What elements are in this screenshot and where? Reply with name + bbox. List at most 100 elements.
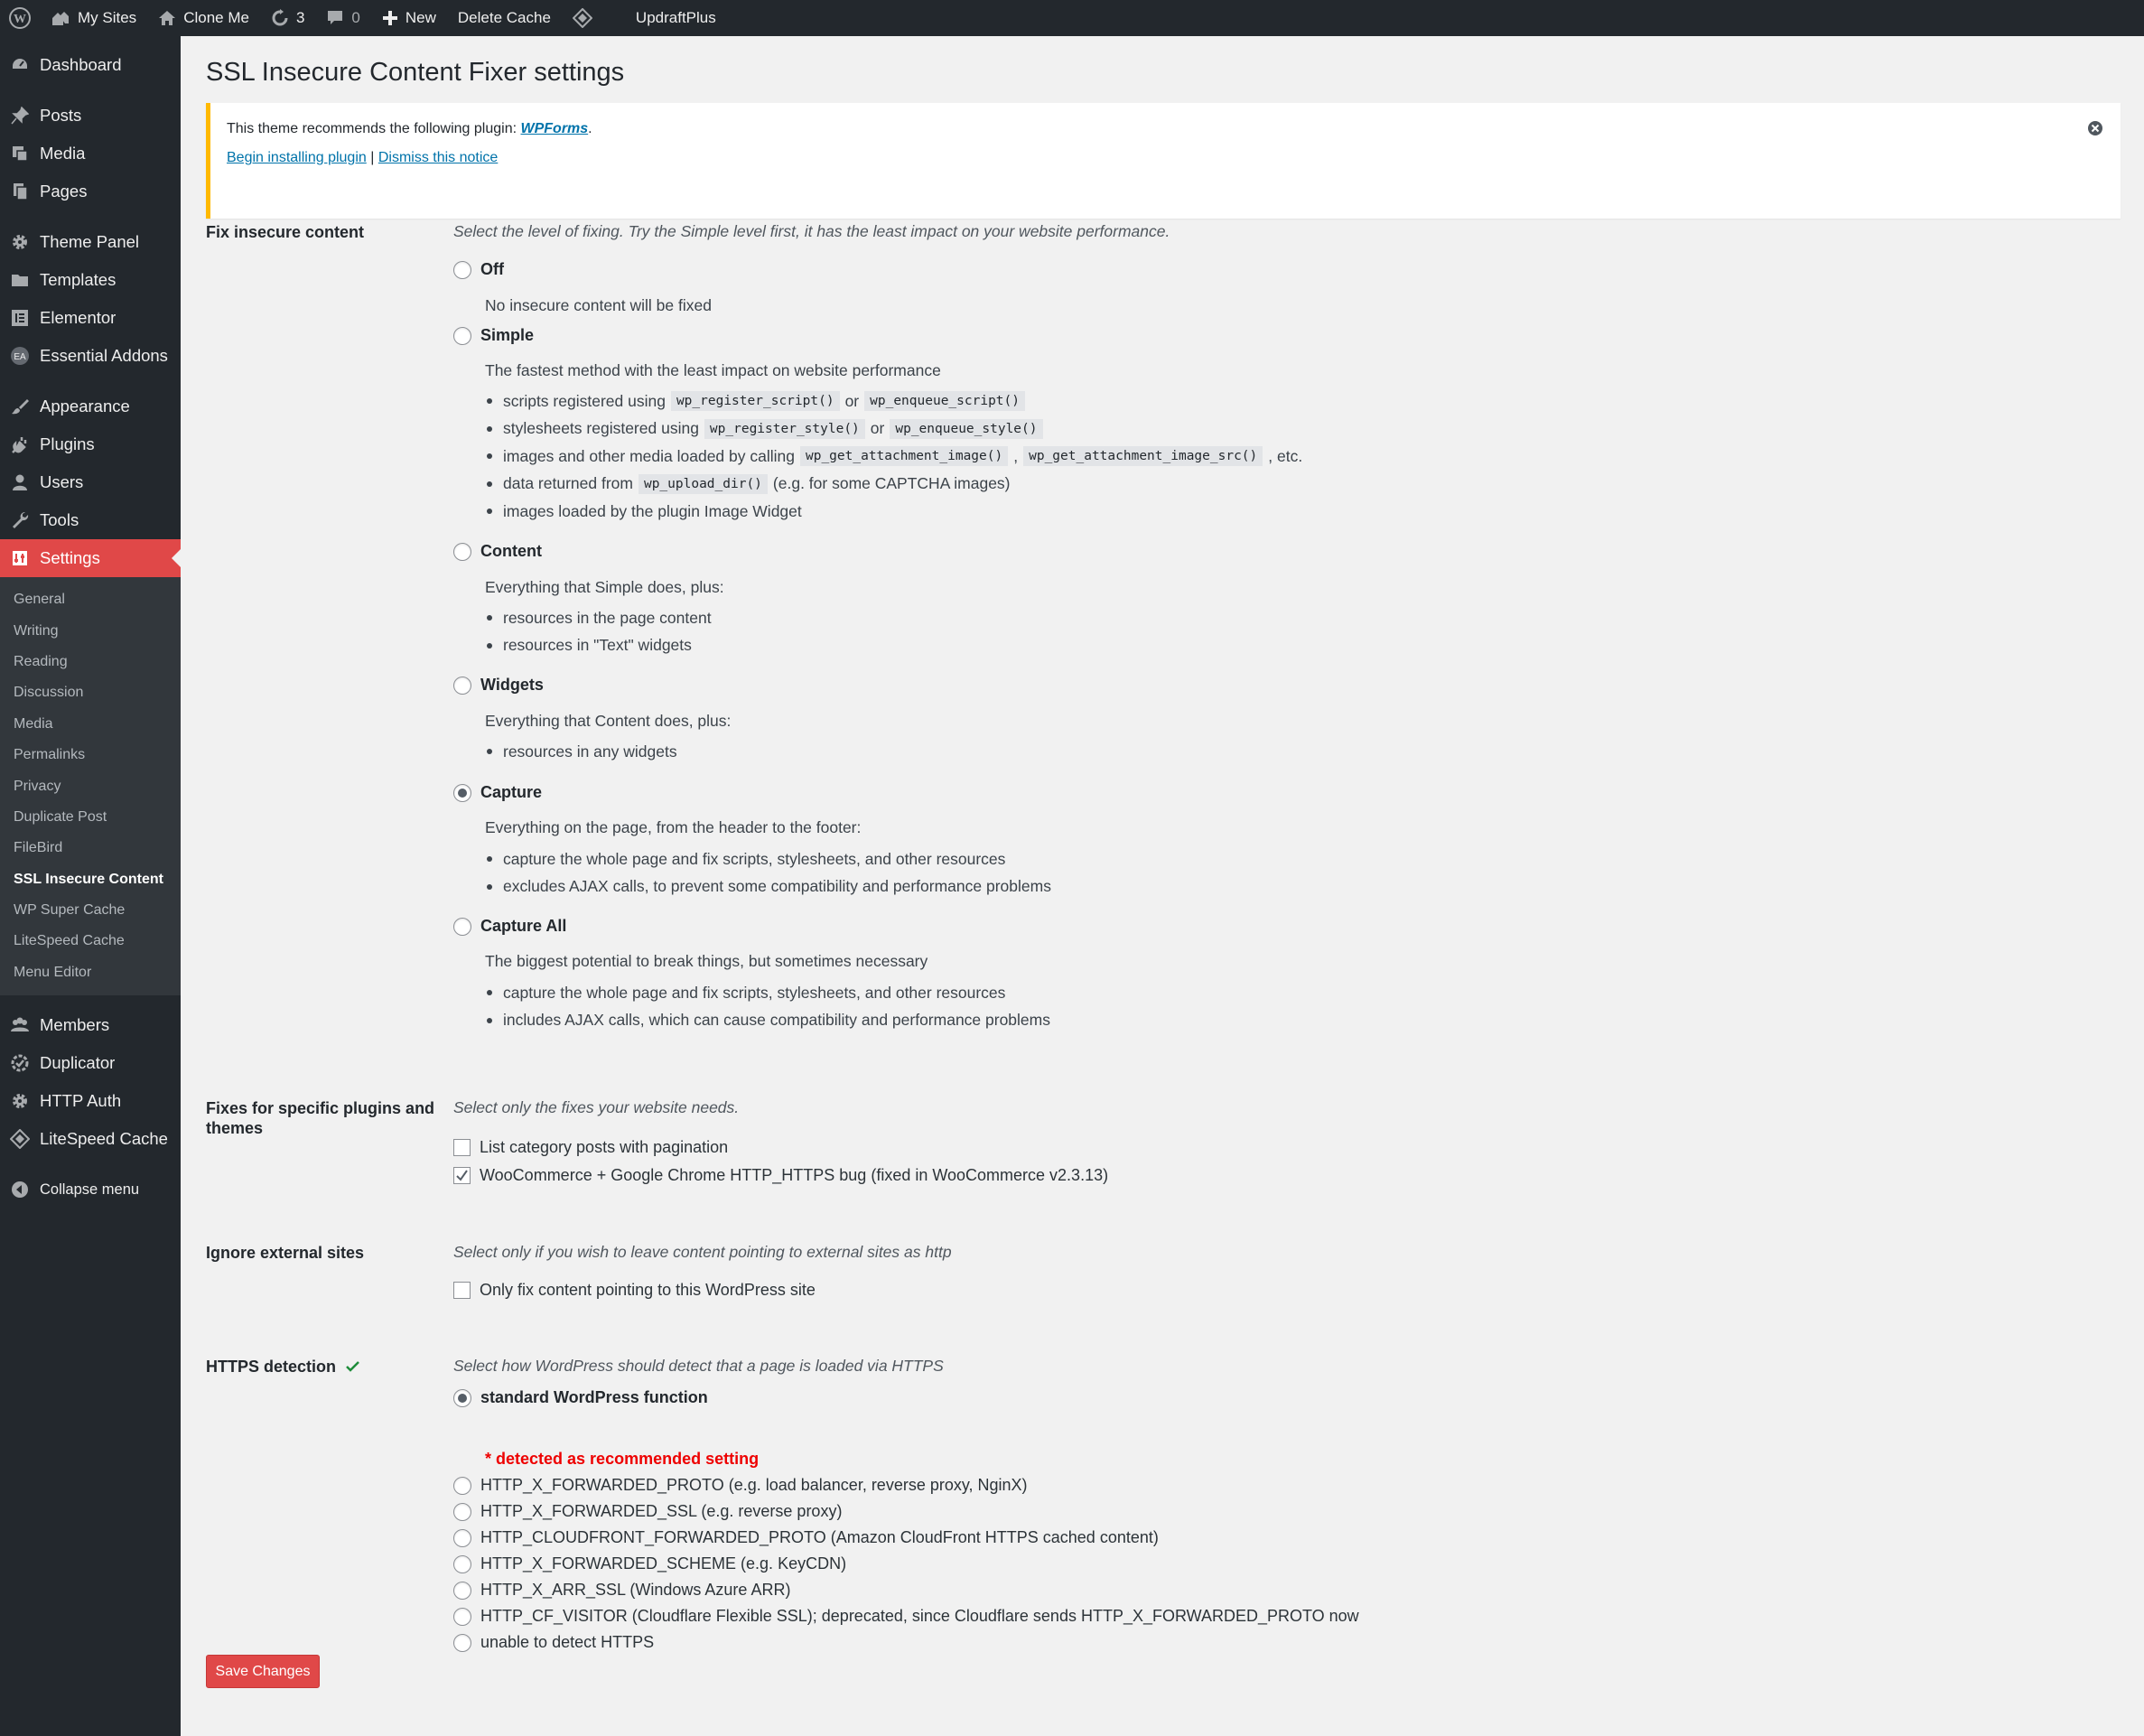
menu-plugins[interactable]: Plugins (0, 425, 181, 463)
save-changes-button[interactable]: Save Changes (206, 1655, 320, 1688)
submenu-filebird[interactable]: FileBird (0, 833, 181, 863)
menu-settings[interactable]: Settings (0, 539, 181, 577)
begin-install-link[interactable]: Begin installing plugin (227, 150, 367, 165)
menu-label: Dashboard (40, 55, 122, 74)
radio-https-option[interactable] (453, 1476, 471, 1495)
radio-capture-all[interactable] (453, 917, 471, 936)
litespeed-menu[interactable] (562, 0, 611, 36)
bullet-text: (e.g. for some CAPTCHA images) (772, 474, 1011, 493)
https-x-forwarded-proto-option[interactable]: HTTP_X_FORWARDED_PROTO (e.g. load balanc… (453, 1476, 1028, 1495)
code-snippet: wp_upload_dir() (638, 473, 768, 494)
gear-icon (9, 231, 31, 253)
submenu-reading[interactable]: Reading (0, 647, 181, 677)
only-fix-local-option[interactable]: Only fix content pointing to this WordPr… (453, 1281, 816, 1300)
submenu-ssl-insecure-content[interactable]: SSL Insecure Content (0, 864, 181, 895)
option-label: Capture All (480, 917, 567, 935)
radio-simple[interactable] (453, 326, 471, 345)
radio-content[interactable] (453, 542, 471, 561)
fix-level-off-option[interactable]: Off (453, 260, 504, 279)
radio-https-option[interactable] (453, 1554, 471, 1573)
menu-litespeed-cache[interactable]: LiteSpeed Cache (0, 1120, 181, 1158)
delete-cache-button[interactable]: Delete Cache (447, 0, 562, 36)
https-unable-option[interactable]: unable to detect HTTPS (453, 1633, 654, 1652)
fix-woocommerce-chrome-option[interactable]: WooCommerce + Google Chrome HTTP_HTTPS b… (453, 1166, 1108, 1185)
radio-https-standard[interactable] (453, 1388, 471, 1407)
radio-https-option[interactable] (453, 1633, 471, 1652)
checkbox-only-fix-local[interactable] (453, 1282, 471, 1299)
comments-menu[interactable]: 0 (315, 0, 370, 36)
menu-users[interactable]: Users (0, 463, 181, 501)
bullet-text: images and other media loaded by calling (503, 446, 795, 465)
menu-group-3: Theme Panel Templates Elementor EA Essen… (0, 223, 181, 375)
submenu-privacy[interactable]: Privacy (0, 770, 181, 801)
menu-http-auth[interactable]: HTTP Auth (0, 1082, 181, 1120)
submenu-duplicate-post[interactable]: Duplicate Post (0, 802, 181, 833)
submenu-general[interactable]: General (0, 584, 181, 615)
fix-list-category-posts-option[interactable]: List category posts with pagination (453, 1138, 728, 1157)
option-label: Capture (480, 783, 543, 801)
wp-logo-icon[interactable]: W (0, 0, 40, 36)
checkbox-list-category-posts[interactable] (453, 1139, 471, 1156)
https-x-arr-ssl-option[interactable]: HTTP_X_ARR_SSL (Windows Azure ARR) (453, 1581, 790, 1600)
menu-essential-addons[interactable]: EA Essential Addons (0, 337, 181, 375)
widgets-bullets: resources in any widgets (485, 738, 677, 766)
menu-pages[interactable]: Pages (0, 173, 181, 210)
submenu-writing[interactable]: Writing (0, 615, 181, 646)
settings-icon (9, 547, 31, 569)
https-detection-desc: Select how WordPress should detect that … (453, 1357, 944, 1375)
brush-icon (9, 396, 31, 417)
option-label: Only fix content pointing to this WordPr… (480, 1281, 816, 1299)
radio-https-option[interactable] (453, 1607, 471, 1626)
site-name-menu[interactable]: Clone Me (147, 0, 260, 36)
code-snippet: wp_enqueue_style() (890, 418, 1043, 439)
elementor-icon (9, 307, 31, 329)
updraftplus-menu[interactable]: UpdraftPlus (611, 0, 727, 36)
new-content-menu[interactable]: New (371, 0, 447, 36)
menu-group-1: Dashboard (0, 46, 181, 84)
menu-appearance[interactable]: Appearance (0, 387, 181, 425)
menu-posts[interactable]: Posts (0, 97, 181, 135)
dismiss-notice-link[interactable]: Dismiss this notice (378, 150, 498, 165)
https-cf-visitor-option[interactable]: HTTP_CF_VISITOR (Cloudflare Flexible SSL… (453, 1607, 1359, 1626)
fix-level-capture-option[interactable]: Capture (453, 783, 542, 802)
menu-duplicator[interactable]: Duplicator (0, 1044, 181, 1082)
radio-capture[interactable] (453, 783, 471, 802)
submenu-media[interactable]: Media (0, 709, 181, 740)
fix-level-capture-all-option[interactable]: Capture All (453, 917, 566, 936)
menu-elementor[interactable]: Elementor (0, 299, 181, 337)
radio-https-option[interactable] (453, 1581, 471, 1600)
code-snippet: wp_enqueue_script() (864, 391, 1025, 412)
menu-members[interactable]: Members (0, 1006, 181, 1044)
https-x-forwarded-ssl-option[interactable]: HTTP_X_FORWARDED_SSL (e.g. reverse proxy… (453, 1502, 842, 1521)
option-label: unable to detect HTTPS (480, 1633, 655, 1651)
menu-theme-panel[interactable]: Theme Panel (0, 223, 181, 261)
radio-off[interactable] (453, 260, 471, 279)
submenu-litespeed-cache[interactable]: LiteSpeed Cache (0, 926, 181, 957)
submenu-wp-super-cache[interactable]: WP Super Cache (0, 895, 181, 926)
https-cloudfront-option[interactable]: HTTP_CLOUDFRONT_FORWARDED_PROTO (Amazon … (453, 1528, 1159, 1547)
my-sites-menu[interactable]: My Sites (40, 0, 147, 36)
widgets-desc: Everything that Content does, plus: (485, 712, 732, 730)
fix-level-content-option[interactable]: Content (453, 542, 542, 561)
radio-https-option[interactable] (453, 1528, 471, 1547)
https-standard-option[interactable]: standard WordPress function (453, 1388, 708, 1407)
submenu-permalinks[interactable]: Permalinks (0, 740, 181, 770)
updates-menu[interactable]: 3 (260, 0, 315, 36)
radio-widgets[interactable] (453, 676, 471, 695)
fix-level-widgets-option[interactable]: Widgets (453, 676, 544, 695)
menu-tools[interactable]: Tools (0, 501, 181, 539)
submenu-menu-editor[interactable]: Menu Editor (0, 957, 181, 988)
submenu-discussion[interactable]: Discussion (0, 677, 181, 708)
capture-all-bullets: capture the whole page and fix scripts, … (485, 979, 1050, 1034)
close-icon[interactable] (2086, 119, 2104, 137)
collapse-menu-button[interactable]: Collapse menu (0, 1171, 181, 1209)
menu-templates[interactable]: Templates (0, 261, 181, 299)
checkbox-woocommerce-chrome[interactable] (453, 1167, 471, 1184)
bullet-text: scripts registered using (503, 391, 666, 410)
menu-media[interactable]: Media (0, 135, 181, 173)
menu-dashboard[interactable]: Dashboard (0, 46, 181, 84)
wpforms-link[interactable]: WPForms (521, 121, 589, 136)
fix-level-simple-option[interactable]: Simple (453, 326, 534, 345)
https-x-forwarded-scheme-option[interactable]: HTTP_X_FORWARDED_SCHEME (e.g. KeyCDN) (453, 1554, 846, 1573)
radio-https-option[interactable] (453, 1502, 471, 1521)
